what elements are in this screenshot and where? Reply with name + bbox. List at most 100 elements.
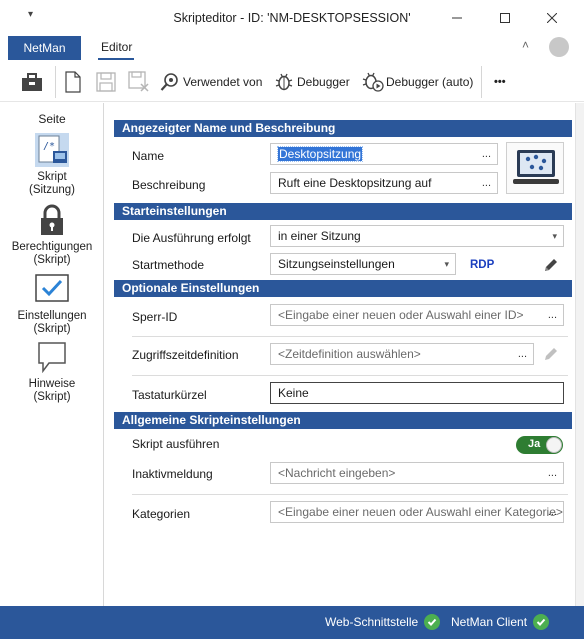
section-header-name-description: Angezeigter Name und Beschreibung xyxy=(114,120,572,137)
maximize-button[interactable] xyxy=(491,6,519,30)
section-header-optional-settings: Optionale Einstellungen xyxy=(114,280,572,297)
netman-client-status: NetMan Client xyxy=(451,614,550,630)
save-icon xyxy=(96,72,116,92)
shortcut-label: Tastaturkürzel xyxy=(132,388,207,402)
run-script-label: Skript ausführen xyxy=(132,437,220,451)
toolbar: Verwendet von Debugger Debugger (auto) •… xyxy=(0,62,584,102)
title-bar: ▾ Skripteditor - ID: 'NM-DESKTOPSESSION' xyxy=(0,0,584,36)
ribbon-tabs: NetMan Editor ˄ xyxy=(0,36,584,62)
back-to-netman-button[interactable] xyxy=(20,70,44,94)
debugger-button[interactable]: Debugger xyxy=(274,70,350,94)
tab-netman[interactable]: NetMan xyxy=(8,36,81,60)
vertical-scrollbar[interactable] xyxy=(575,103,584,606)
lock-id-field[interactable]: <Eingabe einer neuen oder Auswahl einer … xyxy=(270,304,564,326)
debugger-auto-label: Debugger (auto) xyxy=(386,75,474,89)
description-browse-button[interactable]: ... xyxy=(482,173,491,193)
bug-play-icon xyxy=(362,72,384,92)
description-field[interactable]: Ruft eine Desktopsitzung auf ... xyxy=(270,172,498,194)
debugger-auto-button[interactable]: Debugger (auto) xyxy=(362,70,473,94)
avatar[interactable] xyxy=(549,37,569,57)
page-sidebar: Seite /* Skript (Sitzung) Berechtigungen… xyxy=(0,103,104,606)
shortcut-field[interactable]: Keine xyxy=(270,382,564,404)
name-label: Name xyxy=(132,149,165,163)
edit-start-method-button[interactable] xyxy=(543,257,559,276)
sidebar-item-settings[interactable]: Einstellungen (Skript) xyxy=(0,272,104,336)
execution-label: Die Ausführung erfolgt xyxy=(132,231,251,245)
name-field-value: Desktopsitzung xyxy=(276,146,364,162)
shortcut-field-value: Keine xyxy=(278,386,309,400)
start-method-label: Startmethode xyxy=(132,258,205,272)
svg-text:/*: /* xyxy=(43,141,55,152)
sidebar-item-label: Hinweise xyxy=(28,378,76,390)
save-button[interactable] xyxy=(96,70,116,94)
start-method-select[interactable]: Sitzungseinstellungen ▾ xyxy=(270,253,456,275)
sidebar-header: Seite xyxy=(38,112,66,126)
access-time-browse-button[interactable]: ... xyxy=(518,344,527,364)
sidebar-item-sublabel: (Skript) xyxy=(33,323,71,335)
inactive-message-browse-button[interactable]: ... xyxy=(548,463,557,483)
save-close-icon xyxy=(128,71,149,92)
check-circle-icon xyxy=(533,614,550,630)
description-label: Beschreibung xyxy=(132,178,206,192)
edit-access-time-button[interactable] xyxy=(543,346,559,365)
lock-icon xyxy=(35,203,69,237)
close-button[interactable] xyxy=(538,6,566,30)
inactive-message-placeholder: <Nachricht eingeben> xyxy=(278,466,396,480)
chevron-down-icon: ▾ xyxy=(552,231,557,241)
divider xyxy=(132,336,568,337)
collapse-ribbon-icon[interactable]: ˄ xyxy=(522,38,529,52)
divider xyxy=(132,375,568,376)
start-method-select-value: Sitzungseinstellungen xyxy=(278,257,395,271)
lock-id-label: Sperr-ID xyxy=(132,310,178,324)
inactive-message-label: Inaktivmeldung xyxy=(132,467,213,481)
new-button[interactable] xyxy=(64,70,82,94)
toolbar-separator xyxy=(55,66,56,98)
run-script-toggle[interactable]: Ja xyxy=(516,436,563,454)
sidebar-item-permissions[interactable]: Berechtigungen (Skript) xyxy=(0,203,104,267)
script-session-icon: /* xyxy=(35,133,69,167)
divider xyxy=(132,494,568,495)
new-document-icon xyxy=(65,71,81,93)
desktop-session-icon xyxy=(513,150,559,184)
sidebar-item-label: Skript xyxy=(37,171,67,183)
bug-icon xyxy=(275,73,293,91)
minimize-button[interactable] xyxy=(443,6,471,30)
main-content: Angezeigter Name und Beschreibung Name D… xyxy=(105,103,575,606)
sidebar-item-label: Berechtigungen xyxy=(11,241,93,253)
section-header-general-script-settings: Allgemeine Skripteinstellungen xyxy=(114,412,572,429)
active-tab-underline xyxy=(98,58,134,60)
check-circle-icon xyxy=(424,614,441,630)
save-close-button[interactable] xyxy=(128,70,150,94)
name-field[interactable]: Desktopsitzung ... xyxy=(270,143,498,165)
speech-bubble-icon xyxy=(35,340,69,374)
sidebar-item-sublabel: (Sitzung) xyxy=(28,184,76,196)
execution-select-value: in einer Sitzung xyxy=(278,229,361,243)
maximize-icon xyxy=(500,13,510,23)
minimize-icon xyxy=(452,17,462,19)
pencil-icon xyxy=(545,259,557,271)
access-time-placeholder: <Zeitdefinition auswählen> xyxy=(278,347,421,361)
sidebar-item-script-session[interactable]: /* Skript (Sitzung) xyxy=(0,133,104,197)
section-header-start-settings: Starteinstellungen xyxy=(114,203,572,220)
more-options-button[interactable]: ••• xyxy=(494,70,506,94)
status-bar: Web-Schnittstelle NetMan Client xyxy=(0,606,584,639)
categories-field[interactable]: <Eingabe einer neuen oder Auswahl einer … xyxy=(270,501,564,523)
access-time-label: Zugriffszeitdefinition xyxy=(132,348,239,362)
rdp-link[interactable]: RDP xyxy=(470,259,494,271)
script-icon-picker[interactable] xyxy=(506,142,564,194)
pencil-icon xyxy=(545,348,557,360)
name-browse-button[interactable]: ... xyxy=(482,144,491,164)
lock-id-browse-button[interactable]: ... xyxy=(548,305,557,325)
toggle-knob xyxy=(546,437,562,453)
toolbar-separator xyxy=(481,66,482,98)
sidebar-item-notes[interactable]: Hinweise (Skript) xyxy=(0,340,104,404)
lock-id-placeholder: <Eingabe einer neuen oder Auswahl einer … xyxy=(278,308,524,322)
used-by-button[interactable]: Verwendet von xyxy=(160,70,262,94)
inactive-message-field[interactable]: <Nachricht eingeben> ... xyxy=(270,462,564,484)
execution-select[interactable]: in einer Sitzung ▾ xyxy=(270,225,564,247)
access-time-field[interactable]: <Zeitdefinition auswählen> ... xyxy=(270,343,534,365)
tab-editor[interactable]: Editor xyxy=(101,40,132,54)
categories-browse-button[interactable]: ... xyxy=(548,502,557,522)
web-interface-status: Web-Schnittstelle xyxy=(325,614,441,630)
usage-search-icon xyxy=(160,73,178,91)
